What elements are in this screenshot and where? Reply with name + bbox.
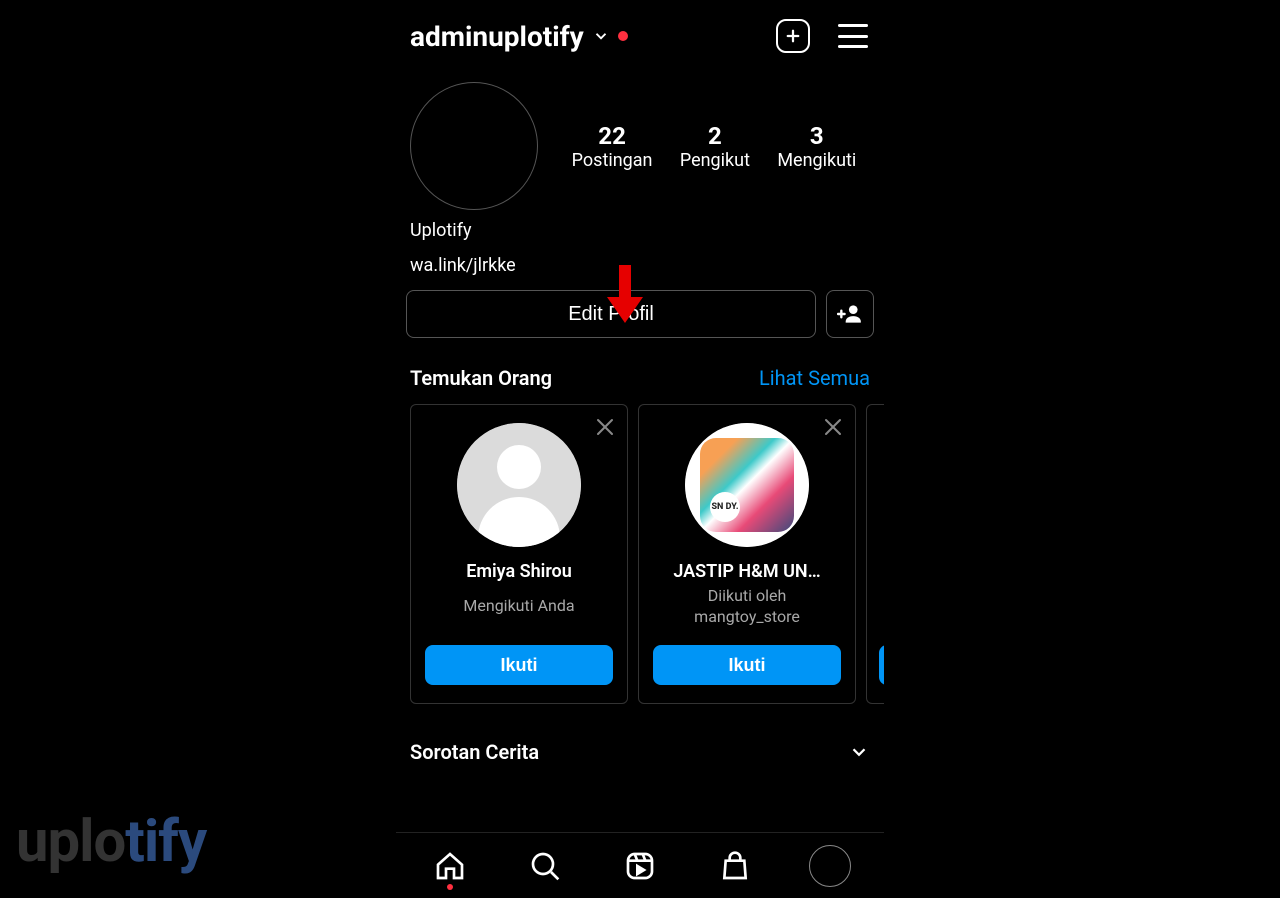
highlights-title: Sorotan Cerita: [410, 740, 539, 764]
profile-stats-row: 22 Postingan 2 Pengikut 3 Mengikuti: [396, 72, 884, 210]
create-button[interactable]: [776, 19, 810, 53]
stat-following-label: Mengikuti: [777, 150, 856, 171]
nav-profile[interactable]: [806, 842, 854, 890]
stat-followers-value: 2: [680, 122, 750, 150]
follow-button[interactable]: [879, 645, 884, 685]
reels-icon: [624, 850, 656, 882]
stat-followers-label: Pengikut: [680, 150, 750, 171]
menu-button[interactable]: [838, 24, 868, 48]
watermark-text-pre: uplo: [16, 808, 125, 876]
suggestion-card: Emiya Shirou Mengikuti Anda Ikuti: [410, 404, 628, 704]
suggestion-card: SN DY. JASTIP H&M UN… Diikuti oleh mangt…: [638, 404, 856, 704]
stat-posts-value: 22: [572, 122, 653, 150]
shop-icon: [719, 850, 751, 882]
stat-following-value: 3: [777, 122, 856, 150]
stat-posts[interactable]: 22 Postingan: [572, 122, 653, 171]
account-switcher[interactable]: adminuplotify: [410, 20, 776, 53]
stat-posts-label: Postingan: [572, 150, 653, 171]
close-icon[interactable]: [593, 415, 617, 439]
follow-button[interactable]: Ikuti: [425, 645, 613, 685]
stats: 22 Postingan 2 Pengikut 3 Mengikuti: [558, 122, 870, 171]
suggestion-name: JASTIP H&M UN…: [673, 561, 820, 582]
suggestion-cards[interactable]: Emiya Shirou Mengikuti Anda Ikuti SN DY.…: [396, 390, 884, 704]
profile-screen: adminuplotify: [396, 0, 884, 898]
username-label: adminuplotify: [410, 20, 584, 53]
suggestion-subtext: Diikuti oleh mangtoy_store: [653, 586, 841, 628]
add-person-icon: [837, 301, 863, 327]
profile-avatar-icon: [809, 845, 851, 887]
notification-dot-icon: [447, 884, 453, 890]
stat-following[interactable]: 3 Mengikuti: [777, 122, 856, 171]
edit-profile-button[interactable]: Edit Profil: [406, 290, 816, 338]
bottom-nav: [396, 832, 884, 898]
notification-dot-icon: [618, 31, 628, 41]
bio-link[interactable]: wa.link/jlrkke: [410, 255, 870, 276]
header-actions: [776, 19, 868, 53]
suggestion-avatar[interactable]: [457, 423, 581, 547]
nav-shop[interactable]: [711, 842, 759, 890]
bio-display-name: Uplotify: [410, 220, 870, 241]
discover-title: Temukan Orang: [410, 366, 552, 390]
plus-box-icon: [776, 19, 810, 53]
discover-header: Temukan Orang Lihat Semua: [396, 338, 884, 390]
chevron-down-icon: [848, 741, 870, 763]
suggestion-subtext: Mengikuti Anda: [463, 586, 574, 626]
suggestion-avatar[interactable]: SN DY.: [685, 423, 809, 547]
watermark-text-accent: tify: [125, 808, 206, 876]
story-highlights-row[interactable]: Sorotan Cerita: [396, 704, 884, 764]
profile-bio: Uplotify wa.link/jlrkke: [396, 210, 884, 276]
nav-search[interactable]: [521, 842, 569, 890]
stat-followers[interactable]: 2 Pengikut: [680, 122, 750, 171]
close-icon[interactable]: [821, 415, 845, 439]
person-placeholder-icon: [457, 423, 581, 547]
suggestion-card-partial[interactable]: [866, 404, 884, 704]
nav-home[interactable]: [426, 842, 474, 890]
home-icon: [434, 850, 466, 882]
see-all-link[interactable]: Lihat Semua: [759, 366, 870, 390]
avatar-badge: SN DY.: [710, 492, 740, 522]
profile-avatar[interactable]: [410, 82, 538, 210]
brand-avatar-icon: SN DY.: [685, 423, 809, 547]
hamburger-icon: [838, 24, 868, 48]
chevron-down-icon: [592, 27, 610, 45]
search-icon: [529, 850, 561, 882]
follow-button[interactable]: Ikuti: [653, 645, 841, 685]
profile-action-row: Edit Profil: [396, 276, 884, 338]
nav-reels[interactable]: [616, 842, 664, 890]
watermark: uplotify: [16, 808, 206, 876]
discover-people-button[interactable]: [826, 290, 874, 338]
suggestion-name: Emiya Shirou: [466, 561, 572, 582]
profile-header: adminuplotify: [396, 0, 884, 72]
